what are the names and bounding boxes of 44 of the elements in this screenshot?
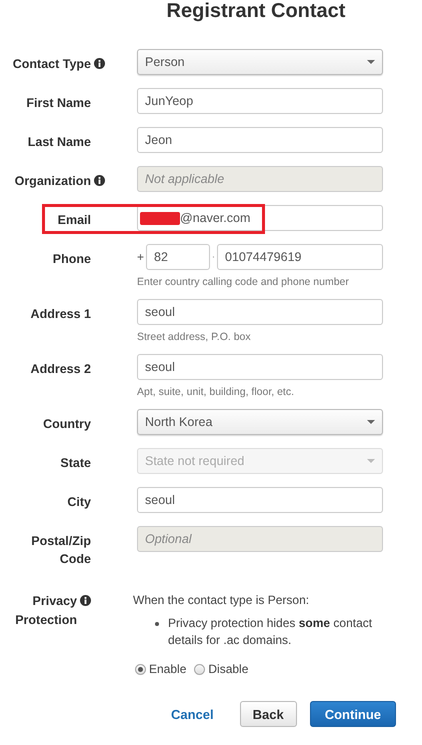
hint-text: Street address, P.O. box (137, 331, 252, 344)
radio-label[interactable]: Enable (149, 662, 186, 676)
info-icon[interactable] (94, 58, 105, 69)
bullet-icon (155, 622, 159, 626)
description-text: When the contact type is Person: (133, 592, 310, 608)
radio-button[interactable] (194, 664, 206, 674)
input-field[interactable]: seoul (137, 299, 383, 325)
field-label: City (66, 494, 91, 511)
input-field[interactable]: Jeon (137, 127, 383, 153)
field-label: Last Name (26, 134, 91, 151)
input-field[interactable]: seoul (137, 354, 383, 380)
input-field[interactable]: @naver.com (137, 205, 383, 231)
caret-icon (367, 420, 375, 424)
dropdown[interactable]: Person (137, 49, 383, 75)
field-label: Address 2 (30, 361, 91, 378)
continue-button[interactable]: Continue (310, 701, 396, 727)
cancel-link[interactable]: Cancel (165, 701, 220, 727)
field-label: First Name (25, 95, 91, 112)
field-label: Phone (52, 251, 91, 268)
field-label: Organization (14, 173, 91, 190)
back-button[interactable]: Back (240, 701, 297, 727)
input-field[interactable]: 82 (146, 244, 210, 270)
input-field[interactable]: JunYeop (137, 88, 383, 114)
field-label: Country (42, 416, 91, 433)
caret-icon (367, 459, 375, 463)
field-label: Email (56, 212, 91, 229)
input-field[interactable]: 01074479619 (217, 244, 383, 270)
hint-text: Enter country calling code and phone number (137, 276, 350, 289)
page-title: Registrant Contact (166, 0, 346, 22)
field-label: Address 1 (30, 306, 91, 323)
plus-sign: + (137, 250, 146, 264)
field-label: Postal/Zip Code (30, 533, 91, 568)
field-label: Privacy Protection (14, 593, 77, 629)
radio-label[interactable]: Disable (208, 662, 248, 676)
info-icon[interactable] (80, 595, 91, 606)
caret-icon (367, 60, 375, 64)
field-label: Contact Type (12, 56, 91, 73)
input-field[interactable]: seoul (137, 487, 383, 513)
bullet-text: Privacy protection hides some contact details for .ac domains. (168, 615, 374, 649)
radio-button[interactable] (135, 664, 146, 674)
hint-text: Apt, suite, unit, building, floor, etc. (137, 386, 296, 399)
separator: · (210, 251, 216, 263)
dropdown[interactable]: North Korea (137, 409, 383, 435)
field-label: State (59, 455, 91, 472)
